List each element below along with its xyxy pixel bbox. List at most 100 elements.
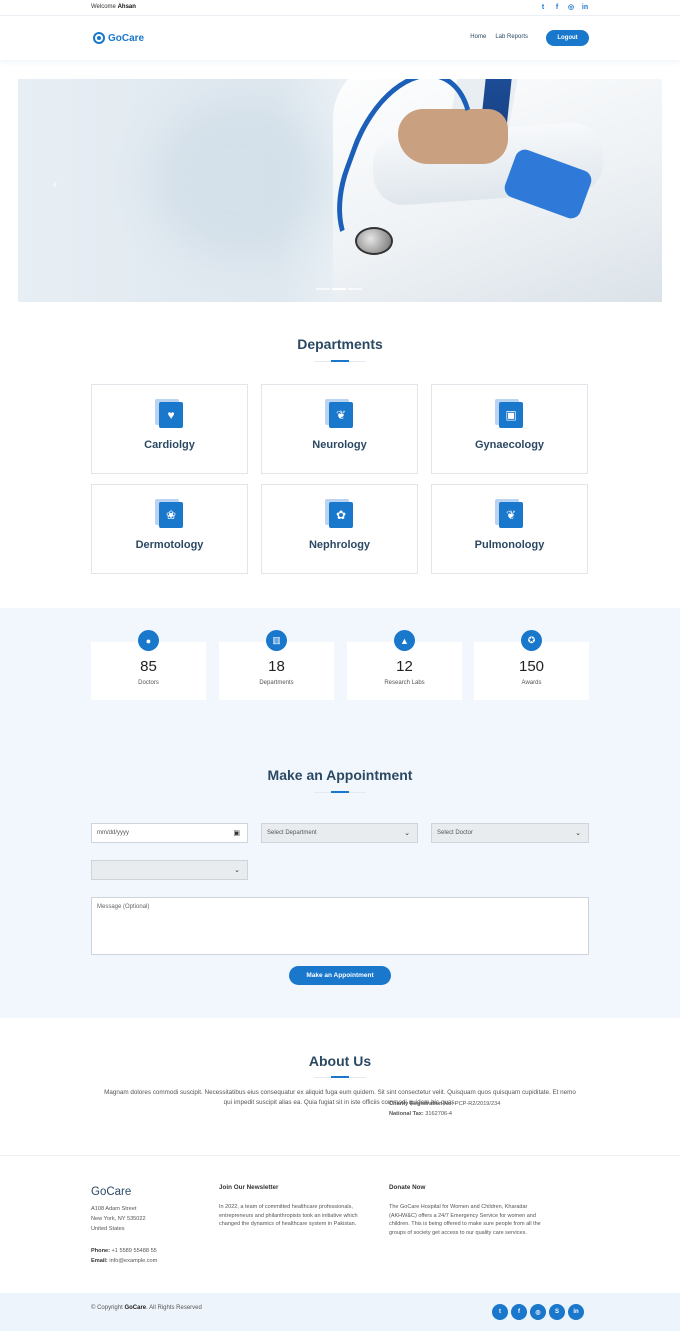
- award-icon: ✪: [521, 630, 542, 651]
- department-select[interactable]: Select Department ⌄: [261, 823, 418, 843]
- doctor-select[interactable]: Select Doctor ⌄: [431, 823, 589, 843]
- chevron-down-icon: ⌄: [404, 830, 410, 837]
- email-value[interactable]: info@example.com: [109, 1258, 157, 1264]
- department-name: Neurology: [312, 439, 367, 451]
- stat-value: 12: [396, 658, 413, 675]
- stat-value: 150: [518, 658, 545, 675]
- footer-address: A108 Adam Street New York, NY 535022 Uni…: [91, 1204, 146, 1234]
- user-md-icon: ●: [138, 630, 159, 651]
- date-input[interactable]: mm/dd/yyyy ▣: [91, 823, 248, 843]
- section-divider: [314, 1076, 366, 1078]
- header: GoCare Home Lab Reports Logout: [0, 17, 680, 60]
- date-placeholder: mm/dd/yyyy: [97, 830, 130, 836]
- welcome-text: Welcome Ahsan: [91, 4, 136, 10]
- about-text: Magnam dolores commodi suscipit. Necessi…: [104, 1089, 576, 1106]
- department-name: Dermotology: [135, 539, 204, 551]
- logout-button[interactable]: Logout: [546, 30, 589, 46]
- calendar-icon[interactable]: ▣: [233, 829, 240, 837]
- welcome-prefix: Welcome: [91, 4, 116, 10]
- username: Ahsan: [117, 4, 136, 10]
- department-card[interactable]: ✿ Nephrology: [261, 484, 418, 574]
- department-name: Cardiolgy: [144, 439, 195, 451]
- heart-pulse-icon: ♥: [155, 399, 183, 428]
- stat-card: ● 85 Doctors: [91, 630, 206, 700]
- carousel-dot-active[interactable]: [332, 288, 346, 290]
- footer: GoCare A108 Adam Street New York, NY 535…: [0, 1155, 680, 1293]
- linkedin-icon[interactable]: in: [581, 3, 589, 11]
- phone-value[interactable]: +1 5589 55488 55: [112, 1248, 157, 1254]
- copyright-suffix: . All Rights Reserved: [146, 1305, 202, 1311]
- skype-icon[interactable]: S: [549, 1304, 565, 1320]
- chevron-down-icon: ⌄: [234, 867, 240, 874]
- instagram-icon[interactable]: ◎: [530, 1304, 546, 1320]
- carousel-indicators: [316, 288, 362, 290]
- doctor-select-value: Select Doctor: [437, 830, 474, 836]
- copyright-brand: GoCare: [124, 1305, 147, 1311]
- carousel-dot[interactable]: [348, 288, 362, 290]
- instagram-icon[interactable]: ◎: [567, 3, 575, 11]
- department-card[interactable]: ♥ Cardiolgy: [91, 384, 248, 474]
- department-select-value: Select Department: [267, 830, 317, 836]
- stat-label: Awards: [521, 680, 542, 686]
- email-label: Email:: [91, 1258, 108, 1264]
- twitter-icon[interactable]: t: [539, 3, 547, 11]
- address-line: New York, NY 535022: [91, 1216, 146, 1222]
- logo[interactable]: GoCare: [93, 32, 144, 44]
- facebook-icon[interactable]: f: [553, 3, 561, 11]
- logo-icon: [93, 32, 105, 44]
- carousel-dot[interactable]: [316, 288, 330, 290]
- registration-info: Charity Registration No: PCP-R2/2019/234…: [389, 1099, 500, 1119]
- hands-icon: ❀: [155, 499, 183, 528]
- newsletter-text: In 2022, a team of committed healthcare …: [219, 1204, 358, 1228]
- address-line: A108 Adam Street: [91, 1206, 137, 1212]
- about-title: About Us: [308, 1053, 372, 1069]
- tax-label: National Tax:: [389, 1111, 424, 1117]
- facebook-icon[interactable]: f: [511, 1304, 527, 1320]
- department-card[interactable]: ❦ Neurology: [261, 384, 418, 474]
- footer-brand: GoCare: [91, 1186, 132, 1198]
- message-textarea[interactable]: Message (Optional): [91, 897, 589, 955]
- appointment-title: Make an Appointment: [267, 767, 413, 783]
- hospital-user-icon: ▣: [495, 399, 523, 428]
- flask-icon: ▲: [394, 630, 415, 651]
- section-divider: [314, 791, 366, 793]
- stat-card: ✪ 150 Awards: [474, 630, 589, 700]
- tax-value: 3162706-4: [425, 1111, 453, 1117]
- donate-text: The GoCare Hospital for Women and Childr…: [389, 1204, 541, 1236]
- section-divider: [314, 360, 366, 362]
- top-bar: Welcome Ahsan t f ◎ in: [0, 0, 680, 16]
- linkedin-icon[interactable]: in: [568, 1304, 584, 1320]
- charity-label: Charity Registration No:: [389, 1101, 454, 1107]
- department-name: Nephrology: [308, 539, 371, 551]
- stat-value: 18: [268, 658, 285, 675]
- stat-card: ▲ 12 Research Labs: [347, 630, 462, 700]
- time-select[interactable]: ⌄: [91, 860, 248, 880]
- carousel-prev-icon[interactable]: ‹: [53, 177, 57, 191]
- brand-name: GoCare: [108, 32, 145, 44]
- lungs-icon: ✿: [325, 499, 353, 528]
- phone-label: Phone:: [91, 1248, 110, 1254]
- top-social-links: t f ◎ in: [539, 3, 589, 12]
- department-name: Gynaecology: [474, 439, 545, 451]
- hero-carousel: ‹: [18, 79, 662, 302]
- main-nav: Home Lab Reports: [470, 34, 528, 40]
- donate-title: Donate Now: [389, 1184, 426, 1191]
- stat-label: Departments: [259, 680, 294, 686]
- footer-social-links: t f ◎ S in: [492, 1304, 584, 1320]
- twitter-icon[interactable]: t: [492, 1304, 508, 1320]
- stat-value: 85: [140, 658, 157, 675]
- department-card[interactable]: ▣ Gynaecology: [431, 384, 588, 474]
- nav-home[interactable]: Home: [470, 34, 486, 40]
- footer-contact: Phone: +1 5589 55488 55 Email: info@exam…: [91, 1246, 157, 1266]
- hospital-icon: ▥: [266, 630, 287, 651]
- nav-lab-reports[interactable]: Lab Reports: [495, 34, 528, 40]
- chevron-down-icon: ⌄: [575, 830, 581, 837]
- department-card[interactable]: ❦ Pulmonology: [431, 484, 588, 574]
- copyright-prefix: © Copyright: [91, 1305, 123, 1311]
- department-card[interactable]: ❀ Dermotology: [91, 484, 248, 574]
- departments-title: Departments: [297, 336, 383, 352]
- charity-value: PCP-R2/2019/234: [454, 1101, 501, 1107]
- make-appointment-button[interactable]: Make an Appointment: [289, 966, 391, 985]
- copyright: © Copyright GoCare. All Rights Reserved: [91, 1305, 202, 1311]
- department-name: Pulmonology: [474, 539, 545, 551]
